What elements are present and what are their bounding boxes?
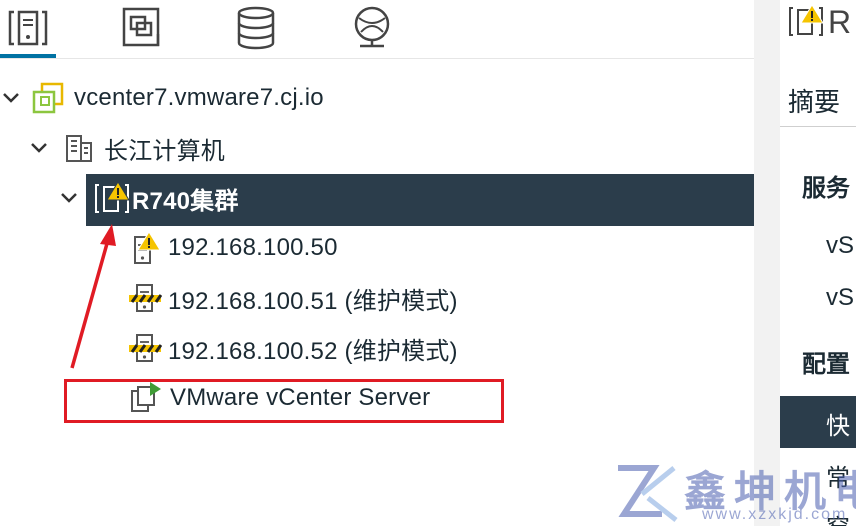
annotation-highlight-box <box>64 379 504 423</box>
tab-networking[interactable] <box>344 0 400 56</box>
vcenter-label: vcenter7.vmware7.cj.io <box>74 84 324 111</box>
tab-storage[interactable] <box>228 0 284 56</box>
tree-node-vcenter[interactable]: vcenter7.vmware7.cj.io <box>0 76 324 120</box>
vcenter-icon <box>32 82 64 114</box>
networking-icon <box>354 6 390 48</box>
vms-templates-icon <box>122 7 160 47</box>
tree-node-cluster[interactable]: R740集群 <box>58 176 239 220</box>
tree-node-host-51[interactable]: 192.168.100.51 (维护模式) <box>128 276 458 320</box>
nav-item-vs-2[interactable]: vS <box>826 284 854 312</box>
chevron-down-icon[interactable] <box>28 137 50 159</box>
cluster-warning-icon <box>94 181 130 215</box>
pane-divider[interactable] <box>754 0 780 526</box>
tab-hosts-clusters[interactable] <box>0 0 56 58</box>
cluster-label: R740集群 <box>132 187 239 215</box>
tree-node-host-50[interactable]: 192.168.100.50 <box>132 226 338 270</box>
nav-item-quickstart[interactable]: 快 <box>826 406 850 441</box>
navigator-tabs <box>0 0 754 60</box>
tab-vms-templates[interactable] <box>112 0 168 56</box>
tab-summary[interactable]: 摘要 <box>788 82 840 119</box>
host-maintenance-icon <box>128 281 163 315</box>
tab-underline <box>780 126 856 127</box>
host-warning-icon <box>132 231 162 265</box>
details-panel: R 摘要 服务 vS vS 配置 快 常 窑 <box>780 0 856 526</box>
section-config[interactable]: 配置 <box>802 344 850 379</box>
tree-node-datacenter[interactable]: 长江计算机 <box>28 126 225 170</box>
datacenter-label: 长江计算机 <box>104 137 225 165</box>
hosts-clusters-icon <box>8 10 48 46</box>
watermark: 鑫坤机电 www.xzxkjd.com <box>610 458 856 526</box>
host-maintenance-icon <box>128 331 163 365</box>
watermark-url: www.xzxkjd.com <box>702 506 848 523</box>
tree-node-host-52[interactable]: 192.168.100.52 (维护模式) <box>128 326 458 370</box>
watermark-logo-icon <box>618 465 678 522</box>
host-label: 192.168.100.52 (维护模式) <box>168 337 458 365</box>
chevron-down-icon[interactable] <box>0 87 22 109</box>
storage-icon <box>237 6 275 50</box>
tab-divider <box>0 58 754 59</box>
chevron-down-icon[interactable] <box>58 187 80 209</box>
datacenter-icon <box>64 133 94 163</box>
cluster-warning-icon <box>788 4 824 38</box>
section-services[interactable]: 服务 <box>802 168 850 203</box>
object-title: R <box>828 4 852 40</box>
host-label: 192.168.100.50 <box>168 234 338 261</box>
nav-item-vs-1[interactable]: vS <box>826 232 854 260</box>
host-label: 192.168.100.51 (维护模式) <box>168 287 458 315</box>
inventory-tree: vcenter7.vmware7.cj.io 长江计算机 R740集群 192.… <box>0 60 754 526</box>
